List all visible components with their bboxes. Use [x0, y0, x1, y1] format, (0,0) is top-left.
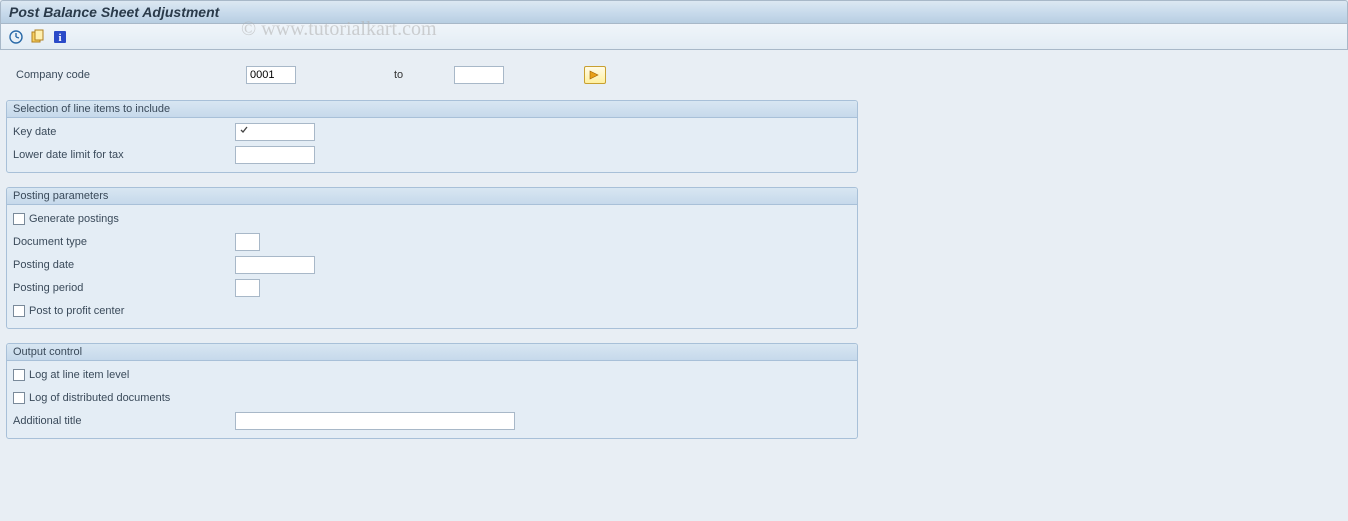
output-control-header: Output control [7, 344, 857, 361]
lower-date-input[interactable] [235, 146, 315, 164]
company-code-row: Company code to [6, 64, 1342, 86]
posting-date-input[interactable] [235, 256, 315, 274]
post-to-profit-center-row: Post to profit center [7, 305, 235, 317]
content-area: Company code to Selection of line items … [0, 50, 1348, 461]
key-date-input[interactable] [235, 123, 315, 141]
document-type-label: Document type [7, 236, 235, 248]
company-code-to-input[interactable] [454, 66, 504, 84]
selection-group-header: Selection of line items to include [7, 101, 857, 118]
application-toolbar: i © www.tutorialkart.com [0, 24, 1348, 50]
posting-date-label: Posting date [7, 259, 235, 271]
log-line-item-row: Log at line item level [7, 369, 235, 381]
posting-parameters-group: Posting parameters Generate postings Doc… [6, 187, 858, 329]
execute-icon[interactable] [7, 28, 25, 46]
log-distributed-label: Log of distributed documents [29, 392, 170, 404]
key-date-label: Key date [7, 126, 235, 138]
generate-postings-label: Generate postings [29, 213, 119, 225]
post-to-profit-center-label: Post to profit center [29, 305, 124, 317]
output-control-group: Output control Log at line item level Lo… [6, 343, 858, 439]
to-label: to [394, 69, 454, 81]
company-code-label: Company code [6, 69, 246, 81]
company-code-input[interactable] [246, 66, 296, 84]
posting-parameters-header: Posting parameters [7, 188, 857, 205]
posting-period-input[interactable] [235, 279, 260, 297]
log-line-item-label: Log at line item level [29, 369, 129, 381]
post-to-profit-center-checkbox[interactable] [13, 305, 25, 317]
lower-date-label: Lower date limit for tax [7, 149, 235, 161]
additional-title-label: Additional title [7, 415, 235, 427]
multiple-selection-button[interactable] [584, 66, 606, 84]
generate-postings-row: Generate postings [7, 213, 235, 225]
selection-group: Selection of line items to include Key d… [6, 100, 858, 173]
document-type-input[interactable] [235, 233, 260, 251]
info-icon[interactable]: i [51, 28, 69, 46]
page-title: Post Balance Sheet Adjustment [9, 4, 219, 20]
log-distributed-row: Log of distributed documents [7, 392, 235, 404]
generate-postings-checkbox[interactable] [13, 213, 25, 225]
log-line-item-checkbox[interactable] [13, 369, 25, 381]
page-title-bar: Post Balance Sheet Adjustment [0, 0, 1348, 24]
log-distributed-checkbox[interactable] [13, 392, 25, 404]
additional-title-input[interactable] [235, 412, 515, 430]
variants-icon[interactable] [29, 28, 47, 46]
svg-text:i: i [58, 32, 61, 44]
posting-period-label: Posting period [7, 282, 235, 294]
